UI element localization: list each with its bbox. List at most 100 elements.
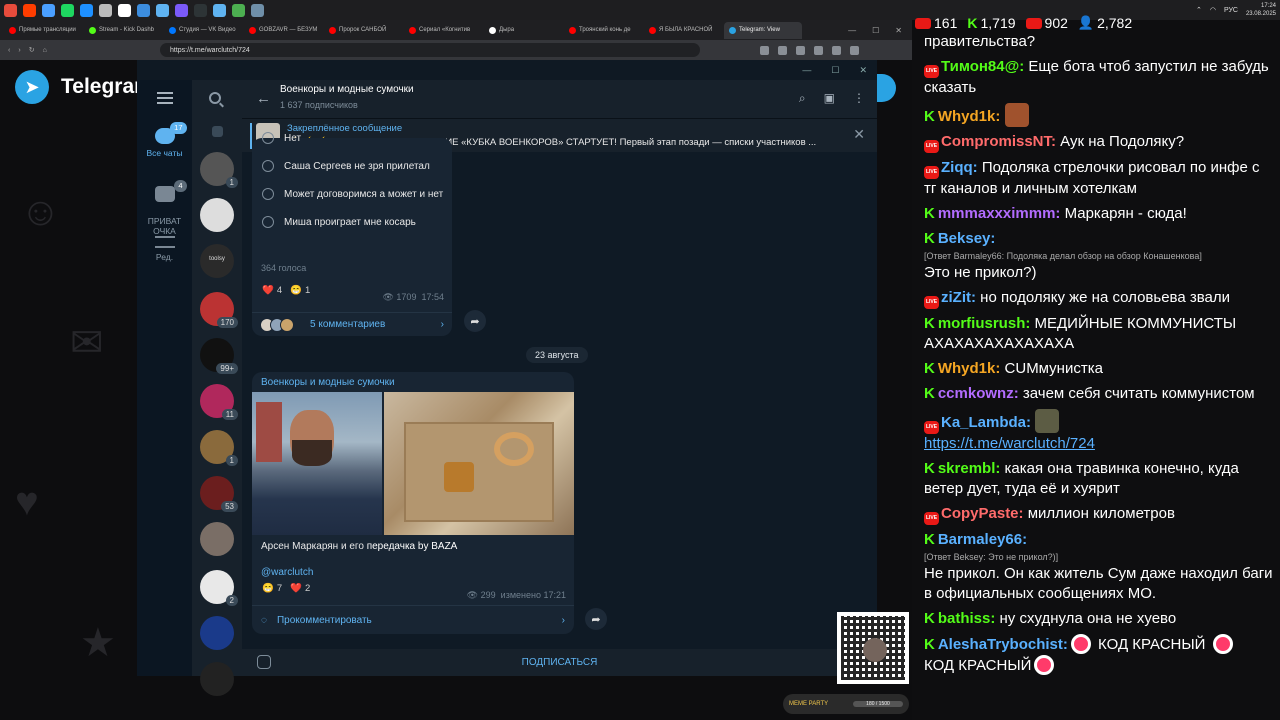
post-photo[interactable] — [384, 392, 574, 535]
close-icon[interactable]: ✕ — [853, 126, 865, 143]
language-indicator[interactable]: РУС — [1224, 7, 1238, 14]
telegram-brand[interactable]: ➤ Telegram — [15, 70, 153, 104]
home-icon[interactable]: ⌂ — [43, 47, 47, 54]
comments-link[interactable]: 5 комментариев › — [252, 312, 452, 336]
channel-handle-link[interactable]: @warclutch — [261, 567, 313, 578]
taskbar-app-icon[interactable] — [251, 3, 264, 17]
extension-icon[interactable] — [760, 45, 769, 55]
folder-edit[interactable]: Ред. — [137, 236, 192, 262]
discussion-icon[interactable] — [257, 655, 271, 669]
browser-tab[interactable]: Прямые трансляции — [4, 22, 82, 39]
browser-tab[interactable]: GOBZAVR — БЕЗУМ — [244, 22, 322, 39]
taskbar-app-icon[interactable] — [42, 3, 55, 17]
chat-username[interactable]: skrembl: — [938, 460, 1001, 477]
chat-avatar[interactable]: 1 — [200, 152, 238, 188]
reaction-heart[interactable]: ❤️ 4 — [262, 285, 282, 296]
browser-tab[interactable]: Дыра — [484, 22, 562, 39]
chat-username[interactable]: Ziqq: — [941, 159, 978, 176]
chat-username[interactable]: CopyPaste: — [941, 505, 1024, 522]
wifi-icon[interactable]: ◠ — [1210, 6, 1216, 14]
search-icon[interactable] — [209, 92, 221, 104]
post-photo[interactable] — [252, 392, 382, 535]
taskbar-app-icon[interactable] — [23, 3, 36, 17]
chevron-up-icon[interactable]: ⌃ — [1196, 6, 1202, 14]
extension-icon[interactable] — [850, 45, 859, 55]
chat-username[interactable]: ccmkownz: — [938, 385, 1019, 402]
forward-icon[interactable]: › — [18, 47, 20, 54]
chat-avatar[interactable]: toolsy — [200, 244, 234, 278]
minimize-icon[interactable]: — — [848, 26, 856, 35]
minimize-icon[interactable]: — — [802, 65, 811, 75]
browser-tab[interactable]: Сериал «Когнитив — [404, 22, 482, 39]
chat-username[interactable]: bathiss: — [938, 610, 996, 627]
folder-private[interactable]: 4 ПРИВАТ ОЧКА — [137, 176, 192, 236]
chat-avatar[interactable]: 1 — [200, 430, 238, 466]
chat-username[interactable]: AleshaTrybochist: — [938, 636, 1068, 653]
chat-username[interactable]: mmmaxxximmm: — [938, 205, 1061, 222]
taskbar-app-icon[interactable] — [175, 3, 188, 17]
chat-username[interactable]: Тимон84@: — [941, 58, 1024, 75]
browser-tab[interactable]: Троянский конь де — [564, 22, 642, 39]
chat-avatar[interactable]: 170 — [200, 292, 238, 328]
browser-tab[interactable]: Telegram: View — [724, 21, 802, 39]
reaction-grin[interactable]: 😁 1 — [290, 285, 310, 296]
chat-avatar[interactable]: 2 — [200, 570, 238, 606]
sidebar-toggle-icon[interactable]: ▣ — [824, 91, 835, 106]
more-icon[interactable]: ⋮ — [853, 91, 865, 106]
browser-tab[interactable]: Я БЫЛА КРАСНОЙ — [644, 22, 722, 39]
poll-option[interactable]: Нет — [262, 132, 301, 144]
chat-username[interactable]: Whyd1k: — [938, 360, 1001, 377]
chat-avatar[interactable]: 99+ — [200, 338, 238, 374]
maximize-icon[interactable]: ☐ — [831, 65, 839, 76]
taskbar-app-icon[interactable] — [80, 3, 93, 17]
post-author[interactable]: Военкоры и модные сумочки — [261, 377, 395, 388]
close-icon[interactable]: ✕ — [895, 26, 902, 35]
taskbar-app-icon[interactable] — [156, 3, 169, 17]
comment-button[interactable]: ◌ Прокомментировать › — [252, 605, 574, 634]
chat-avatar[interactable] — [200, 198, 234, 232]
poll-option[interactable]: Миша проиграет мне косарь — [262, 216, 416, 228]
saved-messages-icon[interactable] — [212, 126, 223, 137]
taskbar-app-icon[interactable] — [137, 3, 150, 17]
taskbar-app-icon[interactable] — [4, 3, 17, 17]
maximize-icon[interactable]: ☐ — [872, 26, 879, 35]
taskbar-app-icon[interactable] — [118, 3, 131, 17]
chat-avatar[interactable] — [200, 522, 234, 556]
taskbar-app-icon[interactable] — [194, 3, 207, 17]
taskbar-app-icon[interactable] — [232, 3, 245, 17]
chat-username[interactable]: CompromissNT: — [941, 133, 1056, 150]
chat-username[interactable]: morfiusrush: — [938, 315, 1031, 332]
chat-username[interactable]: Beksey: — [938, 230, 996, 247]
taskbar-app-icon[interactable] — [99, 3, 112, 17]
subscribe-button[interactable]: ПОДПИСАТЬСЯ — [522, 657, 598, 668]
taskbar-app-icon[interactable] — [213, 3, 226, 17]
clock[interactable]: 17:24 23.08.2025 — [1246, 2, 1276, 18]
reload-icon[interactable]: ↻ — [29, 46, 35, 54]
chat-avatar[interactable] — [200, 662, 234, 696]
search-icon[interactable]: ⌕ — [799, 91, 806, 106]
taskbar-app-icon[interactable] — [61, 3, 74, 17]
folder-all-chats[interactable]: 17 Все чаты — [137, 122, 192, 158]
extension-icon[interactable] — [814, 45, 823, 55]
chat-avatar[interactable]: 53 — [200, 476, 238, 512]
extension-icon[interactable] — [778, 45, 787, 55]
chat-username[interactable]: Ka_Lambda: — [941, 414, 1031, 431]
browser-tab[interactable]: Stream - Kick Dashb — [84, 22, 162, 39]
reaction-grin[interactable]: 😁 7 — [262, 583, 282, 594]
chat-username[interactable]: Barmaley66: — [938, 531, 1027, 548]
chat-link[interactable]: https://t.me/warclutch/724 — [924, 435, 1095, 452]
menu-icon[interactable] — [157, 92, 173, 104]
chat-avatar[interactable] — [200, 616, 234, 650]
back-icon[interactable]: ‹ — [8, 47, 10, 54]
chat-username[interactable]: ziZit: — [941, 289, 976, 306]
poll-option[interactable]: Может договоримся а может и нет — [262, 188, 443, 200]
back-arrow-icon[interactable]: ← — [256, 90, 271, 107]
channel-title[interactable]: Военкоры и модные сумочки — [280, 84, 414, 95]
extension-icon[interactable] — [832, 45, 841, 55]
chat-username[interactable]: Whyd1k: — [938, 108, 1001, 125]
extension-icon[interactable] — [796, 45, 805, 55]
poll-option[interactable]: Саша Сергеев не зря прилетал — [262, 160, 430, 172]
share-icon[interactable]: ➦ — [585, 608, 607, 630]
close-icon[interactable]: ✕ — [859, 65, 867, 76]
reaction-heart[interactable]: ❤️ 2 — [290, 583, 310, 594]
